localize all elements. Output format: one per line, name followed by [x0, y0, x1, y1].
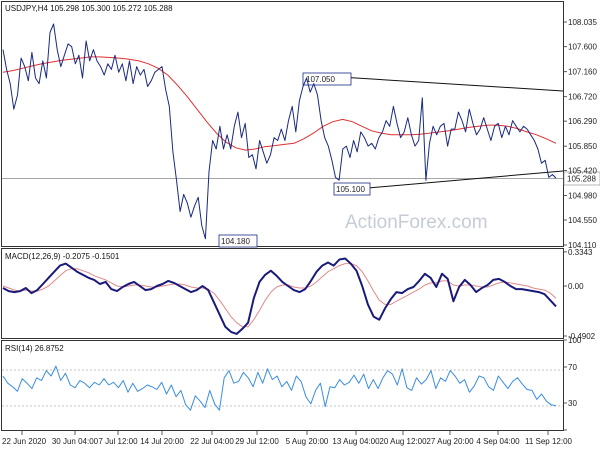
- price-y-tick-label: 104.550: [568, 216, 597, 225]
- x-tick-label: 22 Jun 2020: [2, 437, 47, 446]
- price-y-tick-label: 107.160: [568, 68, 597, 77]
- price-y-tick-label: 105.850: [568, 142, 597, 151]
- price-panel-title: USDJPY,H4 105.298 105.300 105.272 105.28…: [5, 4, 173, 13]
- price-y-tick-label: 106.290: [568, 117, 597, 126]
- x-tick-label: 5 Aug 20:00: [286, 437, 329, 446]
- price-y-tick-label: 107.600: [568, 43, 597, 52]
- annotation-low: 104.180: [221, 237, 250, 246]
- rsi-y-tick-label: 100: [568, 336, 582, 345]
- x-tick-label: 27 Aug 20:00: [426, 437, 474, 446]
- rsi-y-tick-label: 30: [568, 399, 577, 408]
- x-tick-label: 22 Jul 04:00: [190, 437, 234, 446]
- x-tick-label: 4 Sep 04:00: [476, 437, 520, 446]
- price-y-tick-label: 105.420: [568, 167, 597, 176]
- x-tick-label: 30 Jun 04:00: [52, 437, 99, 446]
- watermark: ActionForex.com: [345, 212, 488, 233]
- price-y-tick-label: 108.035: [568, 18, 597, 27]
- x-tick-label: 29 Jul 12:00: [235, 437, 279, 446]
- macd-panel-title: MACD(12,26,9) -0.2075 -0.1501: [5, 252, 120, 261]
- x-tick-label: 14 Jul 20:00: [140, 437, 184, 446]
- rsi-y-tick-label: 70: [568, 363, 577, 372]
- rsi-panel-title: RSI(14) 26.8752: [5, 344, 64, 353]
- macd-y-tick-label: 0.3343: [568, 248, 593, 257]
- forex-chart: 105.288 107.050 105.100 104.180 ActionFo…: [0, 0, 600, 450]
- x-tick-label: 11 Sep 12:00: [525, 437, 573, 446]
- macd-y-tick-label: 0.00: [568, 282, 584, 291]
- price-y-tick-label: 104.980: [568, 192, 597, 201]
- price-y-tick-label: 106.720: [568, 93, 597, 102]
- x-tick-label: 7 Jul 12:00: [98, 437, 138, 446]
- annotation-high: 107.050: [306, 75, 335, 84]
- x-tick-label: 20 Aug 12:00: [379, 437, 427, 446]
- annotation-mid: 105.100: [336, 185, 365, 194]
- x-tick-label: 13 Aug 04:00: [332, 437, 380, 446]
- current-price-label: 105.288: [567, 175, 596, 184]
